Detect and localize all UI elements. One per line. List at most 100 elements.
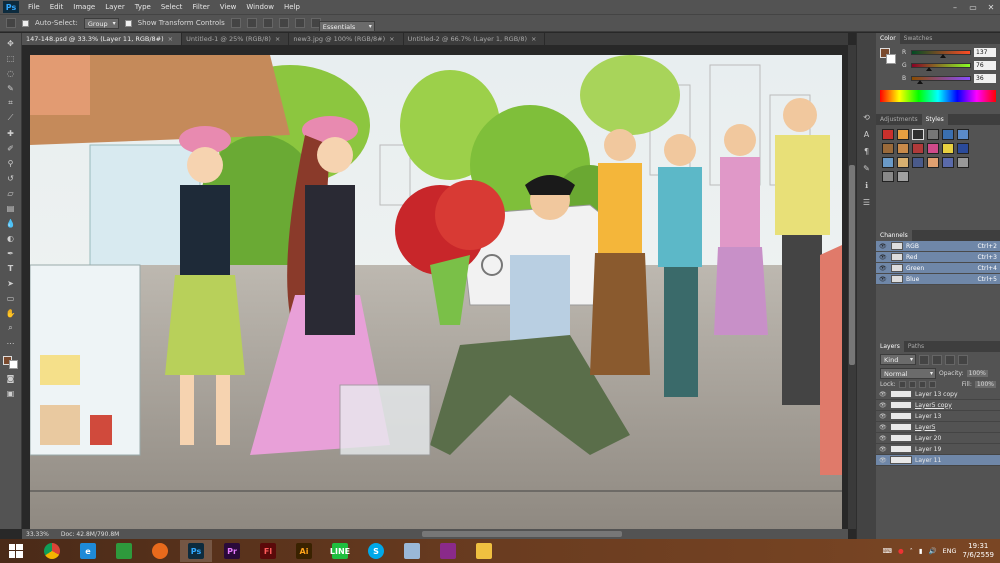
taskbar-app-premiere[interactable]: Pr bbox=[216, 540, 248, 562]
menu-image[interactable]: Image bbox=[68, 3, 100, 11]
layer-filter-dropdown[interactable]: Kind bbox=[880, 354, 916, 365]
vertical-scrollbar[interactable] bbox=[848, 45, 856, 529]
eye-icon[interactable]: 👁 bbox=[879, 391, 887, 398]
taskbar-app-ie[interactable]: e bbox=[72, 540, 104, 562]
layer-row[interactable]: 👁 Layer 20 bbox=[876, 433, 1000, 444]
tab-swatches[interactable]: Swatches bbox=[900, 33, 937, 44]
background-color-swatch[interactable] bbox=[9, 360, 18, 369]
style-swatch[interactable] bbox=[897, 157, 909, 168]
workspace-dropdown[interactable]: Essentials bbox=[318, 20, 375, 32]
filter-adjustment-icon[interactable] bbox=[932, 354, 942, 365]
color-swatches[interactable] bbox=[3, 356, 18, 369]
layer-row[interactable]: 👁 Layer 13 copy bbox=[876, 389, 1000, 400]
menu-edit[interactable]: Edit bbox=[45, 3, 69, 11]
style-swatch[interactable] bbox=[897, 143, 909, 154]
tab-close-icon[interactable]: × bbox=[168, 35, 173, 43]
menu-select[interactable]: Select bbox=[156, 3, 188, 11]
brush-tool-icon[interactable]: ✐ bbox=[4, 142, 18, 154]
filter-pixel-icon[interactable] bbox=[919, 354, 929, 365]
path-select-tool-icon[interactable]: ➤ bbox=[4, 277, 18, 289]
channel-row-red[interactable]: 👁 Red Ctrl+3 bbox=[876, 252, 1000, 263]
red-knob[interactable] bbox=[940, 54, 947, 58]
eye-icon[interactable]: 👁 bbox=[879, 446, 887, 453]
color-spectrum-ramp[interactable] bbox=[880, 90, 996, 102]
zoom-level[interactable]: 33.33% bbox=[26, 531, 49, 538]
blur-tool-icon[interactable]: 💧 bbox=[4, 217, 18, 229]
menu-help[interactable]: Help bbox=[279, 3, 305, 11]
history-panel-icon[interactable]: ⟲ bbox=[863, 113, 870, 122]
menu-window[interactable]: Window bbox=[241, 3, 279, 11]
tab-adjustments[interactable]: Adjustments bbox=[876, 114, 922, 125]
tab-untitled-2[interactable]: Untitled-2 @ 66.7% (Layer 1, RGB/8) × bbox=[404, 33, 546, 45]
channel-row-green[interactable]: 👁 Green Ctrl+4 bbox=[876, 263, 1000, 274]
eye-icon[interactable]: 👁 bbox=[879, 276, 888, 283]
style-swatch[interactable] bbox=[957, 129, 969, 140]
eye-icon[interactable]: 👁 bbox=[879, 424, 887, 431]
show-hidden-icon[interactable]: ˄ bbox=[910, 547, 913, 555]
auto-select-checkbox[interactable] bbox=[22, 19, 29, 27]
zoom-tool-icon[interactable]: ⌕ bbox=[4, 322, 18, 334]
style-swatch[interactable] bbox=[897, 129, 909, 140]
character-panel-icon[interactable]: A bbox=[864, 130, 869, 139]
style-swatch[interactable] bbox=[912, 157, 924, 168]
eye-icon[interactable]: 👁 bbox=[879, 243, 888, 250]
channel-row-blue[interactable]: 👁 Blue Ctrl+5 bbox=[876, 274, 1000, 285]
keyboard-icon[interactable]: ⌨ bbox=[883, 547, 892, 555]
close-button[interactable]: ✕ bbox=[982, 3, 1000, 12]
tab-new3-jpg[interactable]: new3.jpg @ 100% (RGB/8#) × bbox=[289, 33, 404, 45]
tab-close-icon[interactable]: × bbox=[275, 35, 280, 43]
align-middle-icon[interactable] bbox=[246, 18, 257, 28]
style-swatch[interactable] bbox=[957, 157, 969, 168]
style-swatch[interactable] bbox=[897, 171, 909, 182]
tab-paths[interactable]: Paths bbox=[904, 341, 928, 352]
eye-icon[interactable]: 👁 bbox=[879, 435, 887, 442]
taskbar-app-line[interactable]: LINE bbox=[324, 540, 356, 562]
pen-tool-icon[interactable]: ✒ bbox=[4, 247, 18, 259]
taskbar-app-skype[interactable]: S bbox=[360, 540, 392, 562]
lock-transparent-icon[interactable] bbox=[898, 381, 906, 388]
channel-row-rgb[interactable]: 👁 RGB Ctrl+2 bbox=[876, 241, 1000, 252]
style-swatch[interactable] bbox=[882, 157, 894, 168]
history-brush-tool-icon[interactable]: ↺ bbox=[4, 172, 18, 184]
more-tools-icon[interactable]: ⋯ bbox=[4, 337, 18, 349]
antivirus-icon[interactable]: ● bbox=[898, 547, 904, 555]
taskbar-app-illustrator[interactable]: Ai bbox=[288, 540, 320, 562]
red-slider[interactable]: R 137 bbox=[898, 46, 1000, 59]
auto-select-dropdown[interactable]: Group bbox=[83, 17, 119, 29]
taskbar-app-chrome[interactable] bbox=[36, 540, 68, 562]
taskbar-app-app[interactable] bbox=[396, 540, 428, 562]
screen-mode-icon[interactable]: ▣ bbox=[4, 387, 18, 399]
tab-layers[interactable]: Layers bbox=[876, 341, 904, 352]
dodge-tool-icon[interactable]: ◐ bbox=[4, 232, 18, 244]
taskbar-app-photoshop[interactable]: Ps bbox=[180, 540, 212, 562]
blue-knob[interactable] bbox=[917, 80, 924, 84]
layer-row[interactable]: 👁 Layer5 copy bbox=[876, 400, 1000, 411]
style-swatch[interactable] bbox=[942, 143, 954, 154]
move-tool-preset-icon[interactable] bbox=[6, 18, 16, 28]
type-tool-icon[interactable]: T bbox=[4, 262, 18, 274]
healing-tool-icon[interactable]: ✚ bbox=[4, 127, 18, 139]
tab-color[interactable]: Color bbox=[876, 33, 900, 44]
menu-layer[interactable]: Layer bbox=[100, 3, 130, 11]
volume-icon[interactable]: 🔊 bbox=[928, 547, 936, 555]
style-swatch[interactable] bbox=[927, 143, 939, 154]
move-tool-icon[interactable]: ✥ bbox=[4, 37, 18, 49]
paragraph-panel-icon[interactable]: ¶ bbox=[864, 147, 869, 156]
tab-styles[interactable]: Styles bbox=[921, 114, 948, 125]
align-top-icon[interactable] bbox=[230, 18, 241, 28]
minimize-button[interactable]: – bbox=[946, 3, 964, 12]
properties-panel-icon[interactable]: ☰ bbox=[863, 198, 870, 207]
info-panel-icon[interactable]: ℹ bbox=[865, 181, 868, 190]
clone-stamp-tool-icon[interactable]: ⚲ bbox=[4, 157, 18, 169]
style-swatch[interactable] bbox=[927, 157, 939, 168]
style-swatch[interactable] bbox=[882, 143, 894, 154]
blend-mode-dropdown[interactable]: Normal bbox=[880, 368, 936, 379]
style-swatch[interactable] bbox=[927, 129, 939, 140]
style-swatch[interactable] bbox=[942, 129, 954, 140]
taskbar-app-flash[interactable]: Fl bbox=[252, 540, 284, 562]
lock-pixels-icon[interactable] bbox=[908, 381, 916, 388]
style-swatch[interactable] bbox=[942, 157, 954, 168]
horizontal-scrollbar[interactable] bbox=[422, 531, 622, 537]
layer-row[interactable]: 👁 Layer 11 bbox=[876, 455, 1000, 466]
tab-untitled-1[interactable]: Untitled-1 @ 25% (RGB/8) × bbox=[182, 33, 290, 45]
